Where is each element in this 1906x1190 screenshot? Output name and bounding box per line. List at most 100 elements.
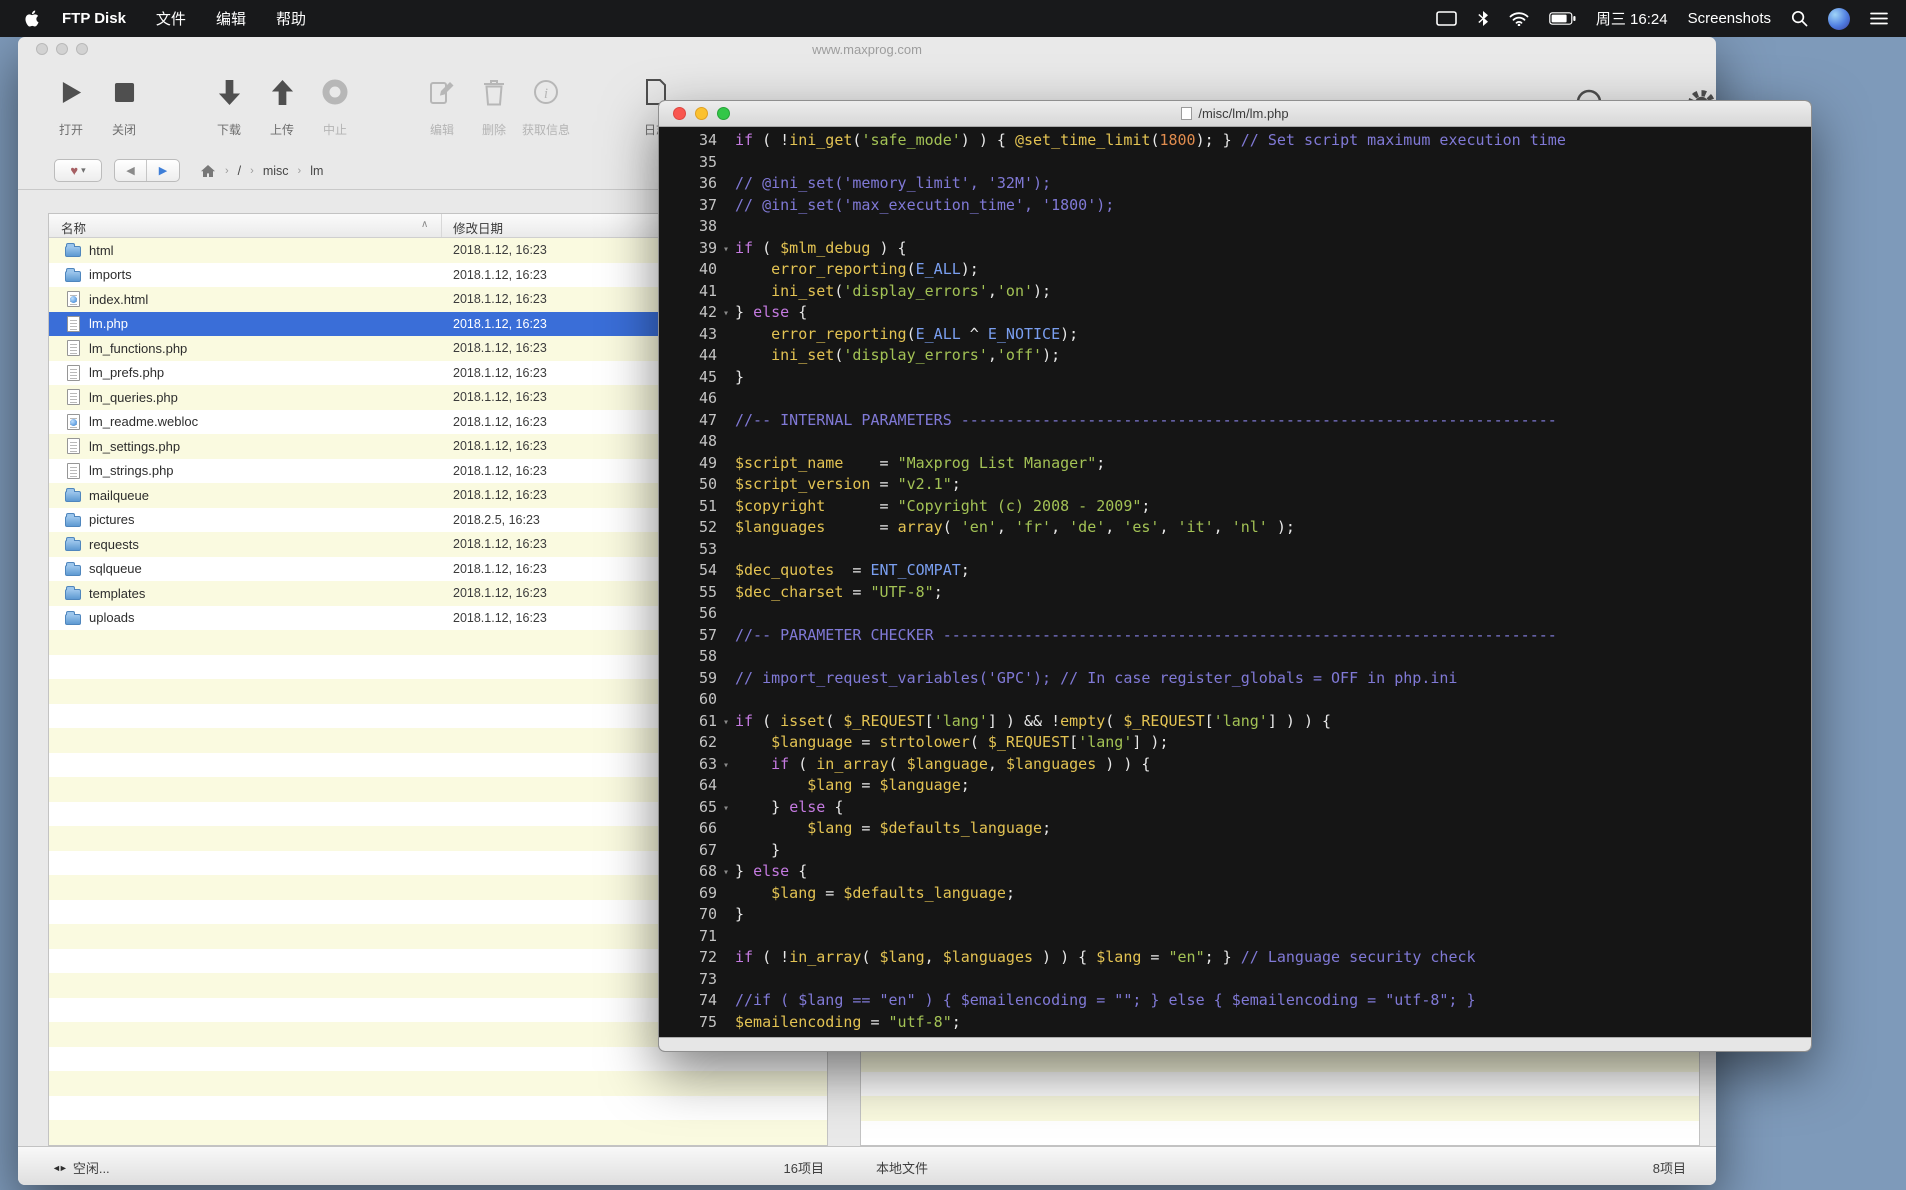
line-number: 56: [698, 604, 717, 622]
file-name: lm_queries.php: [89, 389, 178, 405]
fold-marker-icon[interactable]: ▾: [717, 239, 735, 261]
editor-titlebar[interactable]: /misc/lm/lm.php: [659, 101, 1811, 127]
file-name: sqlqueue: [89, 561, 142, 577]
trash-icon: [482, 72, 506, 112]
line-number: 72: [698, 948, 717, 966]
window-titlebar[interactable]: www.maxprog.com: [18, 37, 1716, 62]
code-line: error_reporting(E_ALL);: [771, 260, 979, 278]
empty-row: [49, 1120, 827, 1145]
editor-bottom-bar: [659, 1037, 1811, 1051]
line-number: 45: [698, 367, 717, 386]
line-number: 36: [698, 174, 717, 192]
code-line: if ( in_array( $language, $languages ) )…: [771, 754, 1151, 773]
line-number: 34: [698, 131, 717, 149]
line-number: 67: [698, 840, 717, 859]
user-avatar[interactable]: [1828, 7, 1850, 30]
folder-icon: [65, 488, 81, 503]
folder-icon: [65, 267, 81, 282]
file-name: lm.php: [89, 316, 129, 332]
column-header-name[interactable]: 名称: [61, 218, 86, 237]
line-number: 74: [698, 991, 717, 1009]
folder-icon: [65, 610, 81, 625]
folder-icon: [65, 537, 81, 552]
favorites-button[interactable]: ♥ ▾: [54, 159, 102, 182]
toolbar-button-label: 下载: [216, 123, 241, 137]
empty-row: [861, 1121, 1699, 1146]
column-header-date[interactable]: 修改日期: [453, 218, 503, 237]
code-line: //-- INTERNAL PARAMETERS ---------------…: [735, 410, 1557, 429]
download-icon: [217, 72, 242, 112]
toolbar-button[interactable]: 打开: [43, 68, 99, 144]
breadcrumb-item[interactable]: misc: [263, 164, 289, 178]
menu-item[interactable]: 编辑: [216, 8, 246, 29]
apple-icon[interactable]: [24, 10, 40, 27]
menu-item[interactable]: 帮助: [276, 8, 306, 29]
sort-asc-icon[interactable]: ∧: [421, 219, 428, 230]
line-number: 41: [698, 281, 717, 300]
code-area[interactable]: 34 if ( !ini_get('safe_mode') ) { @set_ti…: [659, 127, 1811, 1037]
file-icon: [66, 438, 80, 455]
file-name: lm_settings.php: [89, 438, 181, 454]
toolbar-button[interactable]: i 获取信息: [510, 68, 582, 144]
chevron-right-icon: ›: [225, 164, 229, 177]
wifi-icon[interactable]: [1509, 11, 1529, 26]
fold-marker-icon[interactable]: ▾: [717, 798, 735, 820]
code-line: ini_set('display_errors','off');: [771, 346, 1061, 364]
breadcrumb-item[interactable]: /: [238, 164, 241, 178]
toolbar-button[interactable]: 下载: [201, 68, 257, 144]
toolbar-button[interactable]: 关闭: [96, 68, 152, 144]
toolbar-button[interactable]: 上传: [254, 68, 310, 144]
app-menu-title[interactable]: FTP Disk: [62, 10, 126, 27]
battery-icon[interactable]: [1549, 12, 1576, 25]
file-name: html: [89, 242, 114, 258]
menu-clock[interactable]: 周三 16:24: [1596, 8, 1668, 29]
fold-marker-icon[interactable]: ▾: [717, 303, 735, 325]
file-date: 2018.1.12, 16:23: [453, 414, 547, 429]
menu-item[interactable]: 文件: [156, 8, 186, 29]
play-icon: [60, 72, 83, 112]
code-line: $languages = array( 'en', 'fr', 'de', 'e…: [735, 518, 1295, 536]
fold-marker-icon[interactable]: ▾: [717, 712, 735, 734]
toolbar-button[interactable]: 编辑: [414, 68, 470, 144]
forward-button[interactable]: ▶: [147, 160, 179, 181]
bluetooth-icon[interactable]: [1477, 10, 1489, 27]
line-number: 68: [698, 862, 717, 880]
file-name: lm_strings.php: [89, 463, 174, 479]
file-date: 2018.1.12, 16:23: [453, 439, 547, 454]
empty-row: [861, 1072, 1699, 1097]
menu-extra-screenshots[interactable]: Screenshots: [1688, 10, 1771, 27]
code-line: if ( isset( $_REQUEST['lang'] ) && !empt…: [735, 711, 1332, 730]
toolbar-button[interactable]: 中止: [307, 68, 363, 144]
back-button[interactable]: ◀: [115, 160, 147, 181]
file-name: requests: [89, 536, 139, 552]
file-name: uploads: [89, 610, 135, 626]
display-icon[interactable]: [1436, 10, 1457, 27]
menu-list-icon[interactable]: [1870, 11, 1888, 26]
line-number: 40: [698, 260, 717, 278]
file-date: 2018.1.12, 16:23: [453, 267, 547, 282]
breadcrumb-item[interactable]: lm: [310, 164, 323, 178]
fold-marker-icon[interactable]: ▾: [717, 755, 735, 777]
editor-title: /misc/lm/lm.php: [659, 106, 1811, 121]
line-number: 48: [698, 432, 717, 450]
right-pane-item-count: 8项目: [1652, 1161, 1686, 1176]
line-number: 46: [698, 389, 717, 407]
search-icon[interactable]: [1791, 10, 1808, 27]
file-date: 2018.1.12, 16:23: [453, 610, 547, 625]
line-number: 62: [698, 733, 717, 751]
file-date: 2018.1.12, 16:23: [453, 316, 547, 331]
home-icon[interactable]: [200, 164, 216, 178]
fold-marker-icon[interactable]: ▾: [717, 862, 735, 884]
line-number: 43: [698, 324, 717, 343]
code-line: $script_name = "Maxprog List Manager";: [735, 453, 1106, 472]
